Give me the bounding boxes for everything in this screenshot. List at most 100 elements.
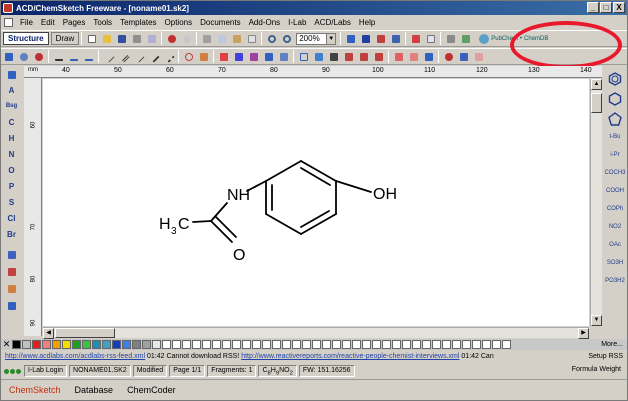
menu-edit[interactable]: Edit: [37, 18, 59, 27]
draw-continuous-icon[interactable]: [67, 50, 80, 63]
reaction-arrow-icon[interactable]: [262, 50, 275, 63]
new-file-icon[interactable]: [85, 32, 98, 45]
color-swatch[interactable]: [272, 340, 281, 349]
bracket-icon[interactable]: [277, 50, 290, 63]
horizontal-scrollbar[interactable]: ◀ ▶: [43, 327, 589, 339]
3d-viewer-icon[interactable]: [424, 32, 437, 45]
color-swatch[interactable]: [442, 340, 451, 349]
tab-draw[interactable]: Draw: [50, 32, 80, 45]
color-swatch[interactable]: [482, 340, 491, 349]
atom-button-cl[interactable]: Cl: [3, 212, 21, 225]
chevron-down-icon[interactable]: ▼: [326, 33, 336, 44]
color-swatch[interactable]: [342, 340, 351, 349]
tab-database[interactable]: Database: [75, 385, 114, 395]
properties-icon[interactable]: [312, 50, 325, 63]
table-icon[interactable]: [297, 50, 310, 63]
benzene-ring-icon[interactable]: [608, 72, 622, 86]
select-move-icon[interactable]: [2, 50, 15, 63]
color-swatch[interactable]: [352, 340, 361, 349]
atom-button-n[interactable]: N: [3, 148, 21, 161]
color-swatch[interactable]: [332, 340, 341, 349]
color-swatch[interactable]: [232, 340, 241, 349]
stereo-icon[interactable]: [442, 50, 455, 63]
generate-name-icon[interactable]: [389, 32, 402, 45]
color-swatch[interactable]: [112, 340, 121, 349]
fragment-oac[interactable]: OAc: [604, 238, 626, 252]
radical-icon[interactable]: [247, 50, 260, 63]
orbital-icon[interactable]: [472, 50, 485, 63]
color-swatch[interactable]: [262, 340, 271, 349]
setup-rss-button[interactable]: Setup RSS: [588, 351, 623, 363]
clean-structure-icon[interactable]: [344, 32, 357, 45]
color-swatch[interactable]: [182, 340, 191, 349]
more-atoms-icon[interactable]: [5, 248, 18, 261]
distance-icon[interactable]: [327, 50, 340, 63]
scroll-thumb[interactable]: [591, 93, 602, 113]
distribute-icon[interactable]: [407, 50, 420, 63]
ring-tool-icon[interactable]: [182, 50, 195, 63]
fragment-cooh[interactable]: COOH: [604, 184, 626, 198]
scroll-thumb[interactable]: [55, 328, 115, 338]
atom-button-c[interactable]: C: [3, 116, 21, 129]
color-swatch[interactable]: [412, 340, 421, 349]
dictionary-icon[interactable]: [444, 32, 457, 45]
molecule-structure[interactable]: OH NH O H 3 C: [43, 79, 589, 326]
triple-bond-icon[interactable]: [132, 50, 145, 63]
scroll-right-icon[interactable]: ▶: [578, 328, 589, 339]
color-swatch[interactable]: [372, 340, 381, 349]
color-swatch[interactable]: [462, 340, 471, 349]
color-swatch[interactable]: [92, 340, 101, 349]
menu-tools[interactable]: Tools: [89, 18, 116, 27]
close-button[interactable]: X: [613, 2, 625, 13]
3d-optimize-icon[interactable]: [359, 32, 372, 45]
color-swatch[interactable]: [242, 340, 251, 349]
fragment-t-bu[interactable]: t-Bu: [604, 130, 626, 144]
color-swatch[interactable]: [62, 340, 71, 349]
scroll-left-icon[interactable]: ◀: [43, 328, 54, 339]
align-icon[interactable]: [392, 50, 405, 63]
menu-pages[interactable]: Pages: [59, 18, 90, 27]
atom-button-o[interactable]: O: [3, 164, 21, 177]
tab-structure[interactable]: Structure: [3, 32, 49, 45]
atom-button-br[interactable]: Br: [3, 228, 21, 241]
fragment-i-pr[interactable]: i-Pr: [604, 148, 626, 162]
rss-link[interactable]: http://www.reactivereports.com/reactive-…: [241, 353, 459, 360]
color-swatch[interactable]: [432, 340, 441, 349]
check-structure-icon[interactable]: [374, 32, 387, 45]
zoom-select[interactable]: 200% ▼: [296, 32, 337, 45]
fragment-no2[interactable]: NO2: [604, 220, 626, 234]
color-swatch[interactable]: [282, 340, 291, 349]
ilab-login-button[interactable]: I-Lab Login: [24, 365, 68, 377]
maximize-button[interactable]: □: [600, 2, 612, 13]
zoom-in-icon[interactable]: [265, 32, 278, 45]
color-swatch[interactable]: [492, 340, 501, 349]
color-swatch[interactable]: [202, 340, 211, 349]
fragment-coph[interactable]: COPh: [604, 202, 626, 216]
rss-link[interactable]: http://www.acdlabs.com/acdlabs-rss-feed.…: [5, 353, 145, 360]
print-preview-icon[interactable]: [145, 32, 158, 45]
delete-icon[interactable]: [245, 32, 258, 45]
color-swatch[interactable]: [452, 340, 461, 349]
color-swatch[interactable]: [322, 340, 331, 349]
menu-i-lab[interactable]: I-Lab: [284, 18, 310, 27]
color-swatch[interactable]: [162, 340, 171, 349]
color-swatch[interactable]: [302, 340, 311, 349]
open-folder-icon[interactable]: [100, 32, 113, 45]
cut-icon[interactable]: [200, 32, 213, 45]
color-swatch[interactable]: [22, 340, 31, 349]
color-swatch[interactable]: [192, 340, 201, 349]
color-swatch[interactable]: [392, 340, 401, 349]
no-color-icon[interactable]: ✕: [1, 339, 12, 350]
menu-file[interactable]: File: [16, 18, 37, 27]
templates-icon[interactable]: [459, 32, 472, 45]
tab-chemcoder[interactable]: ChemCoder: [127, 385, 176, 395]
color-swatch[interactable]: [142, 340, 151, 349]
color-swatch[interactable]: [172, 340, 181, 349]
calculate-properties-icon[interactable]: [409, 32, 422, 45]
menu-options[interactable]: Options: [161, 18, 197, 27]
draw-chain-icon[interactable]: [82, 50, 95, 63]
tautomer-icon[interactable]: [457, 50, 470, 63]
atom-button-p[interactable]: P: [3, 180, 21, 193]
single-bond-icon[interactable]: [102, 50, 115, 63]
fragment-coch3[interactable]: COCH3: [604, 166, 626, 180]
